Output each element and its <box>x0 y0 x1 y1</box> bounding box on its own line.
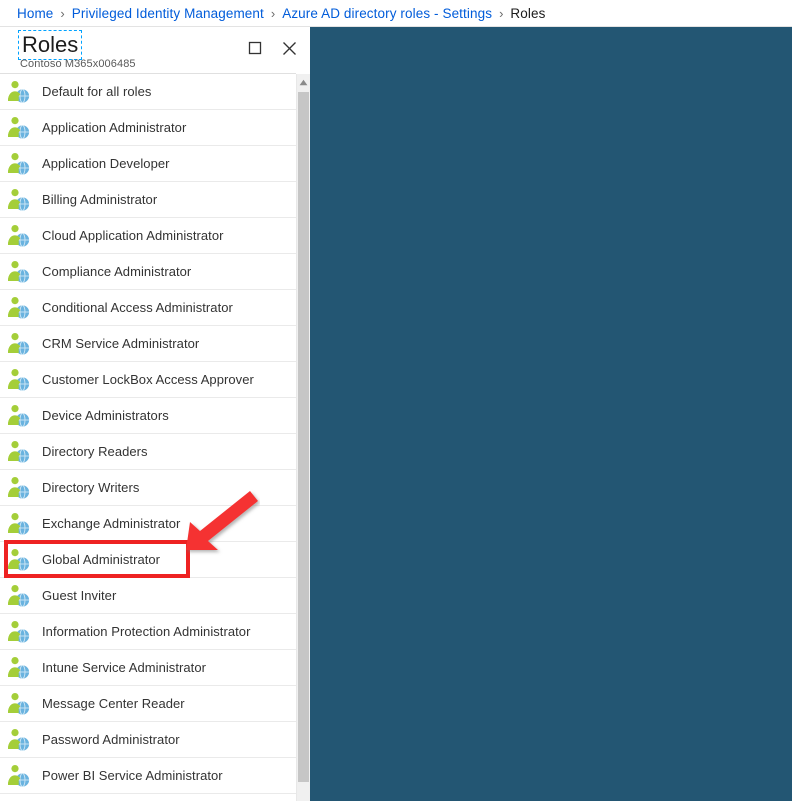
role-list-item[interactable]: Message Center Reader <box>0 686 296 722</box>
user-directory-role-icon <box>8 764 30 787</box>
square-icon <box>248 41 262 55</box>
user-directory-role-icon <box>8 368 30 391</box>
blade-header: Roles Contoso M365x006485 <box>0 27 310 74</box>
user-directory-role-icon <box>8 620 30 643</box>
role-label: CRM Service Administrator <box>42 336 200 351</box>
role-list-item[interactable]: Power Platform Administrator <box>0 794 296 801</box>
user-directory-role-icon <box>8 224 30 247</box>
breadcrumb-separator: › <box>270 5 276 21</box>
role-label: Cloud Application Administrator <box>42 228 224 243</box>
role-label: Information Protection Administrator <box>42 624 251 639</box>
role-list-item[interactable]: Default for all roles <box>0 74 296 110</box>
user-directory-role-icon <box>8 152 30 175</box>
chevron-up-icon <box>299 79 308 85</box>
breadcrumb-separator: › <box>60 5 65 21</box>
role-label: Message Center Reader <box>42 696 185 711</box>
role-list-item[interactable]: Directory Readers <box>0 434 296 470</box>
role-label: Billing Administrator <box>42 192 158 207</box>
role-label: Device Administrators <box>42 408 169 423</box>
user-directory-role-icon <box>8 296 30 319</box>
user-directory-role-icon <box>8 692 30 715</box>
role-list-item[interactable]: Power BI Service Administrator <box>0 758 296 794</box>
user-directory-role-icon <box>8 260 30 283</box>
role-label: Password Administrator <box>42 732 180 747</box>
close-button[interactable] <box>276 35 302 61</box>
scroll-up-button[interactable] <box>297 74 310 90</box>
breadcrumb-item-1[interactable]: Privileged Identity Management <box>72 6 264 21</box>
role-list-item[interactable]: Password Administrator <box>0 722 296 758</box>
breadcrumb: Home › Privileged Identity Management › Azur… <box>0 0 792 27</box>
role-label: Directory Readers <box>42 444 148 459</box>
roles-list-viewport: Default for all roles Application Adminis… <box>0 74 310 801</box>
role-list-item[interactable]: Intune Service Administrator <box>0 650 296 686</box>
roles-list: Default for all roles Application Adminis… <box>0 74 296 801</box>
user-directory-role-icon <box>8 80 30 103</box>
role-label: Application Developer <box>42 156 170 171</box>
role-list-item[interactable]: Cloud Application Administrator <box>0 218 296 254</box>
user-directory-role-icon <box>8 656 30 679</box>
user-directory-role-icon <box>8 584 30 607</box>
role-list-item[interactable]: Application Administrator <box>0 110 296 146</box>
role-label: Directory Writers <box>42 480 140 495</box>
breadcrumb-item-2[interactable]: Azure AD directory roles - Settings <box>282 6 492 21</box>
role-list-item[interactable]: Customer LockBox Access Approver <box>0 362 296 398</box>
user-directory-role-icon <box>8 440 30 463</box>
role-label: Customer LockBox Access Approver <box>42 372 254 387</box>
content-backdrop <box>310 27 792 801</box>
role-label: Compliance Administrator <box>42 264 192 279</box>
role-list-item[interactable]: Global Administrator <box>0 542 296 578</box>
role-list-item[interactable]: CRM Service Administrator <box>0 326 296 362</box>
page-title: Roles <box>18 30 83 60</box>
user-directory-role-icon <box>8 548 30 571</box>
role-list-item[interactable]: Compliance Administrator <box>0 254 296 290</box>
role-list-item[interactable]: Conditional Access Administrator <box>0 290 296 326</box>
role-label: Conditional Access Administrator <box>42 300 233 315</box>
role-list-item[interactable]: Guest Inviter <box>0 578 296 614</box>
role-label: Default for all roles <box>42 84 152 99</box>
user-directory-role-icon <box>8 188 30 211</box>
user-directory-role-icon <box>8 476 30 499</box>
role-label: Guest Inviter <box>42 588 117 603</box>
user-directory-role-icon <box>8 404 30 427</box>
role-list-item[interactable]: Billing Administrator <box>0 182 296 218</box>
role-list-item[interactable]: Exchange Administrator <box>0 506 296 542</box>
role-list-item[interactable]: Directory Writers <box>0 470 296 506</box>
maximize-button[interactable] <box>242 35 268 61</box>
user-directory-role-icon <box>8 332 30 355</box>
breadcrumb-item-0[interactable]: Home <box>17 6 53 21</box>
user-directory-role-icon <box>8 728 30 751</box>
close-icon <box>282 41 296 55</box>
role-label: Application Administrator <box>42 120 187 135</box>
blade-subtitle: Contoso M365x006485 <box>20 58 136 70</box>
roles-list-scrollbar[interactable] <box>296 74 310 801</box>
roles-blade: Roles Contoso M365x006485 Default for al… <box>0 27 310 801</box>
role-label: Global Administrator <box>42 552 161 567</box>
scrollbar-thumb[interactable] <box>298 92 309 782</box>
role-list-item[interactable]: Device Administrators <box>0 398 296 434</box>
role-label: Power BI Service Administrator <box>42 768 223 783</box>
breadcrumb-item-3: Roles <box>510 5 546 21</box>
role-label: Intune Service Administrator <box>42 660 206 675</box>
role-label: Exchange Administrator <box>42 516 181 531</box>
role-list-item[interactable]: Information Protection Administrator <box>0 614 296 650</box>
user-directory-role-icon <box>8 512 30 535</box>
user-directory-role-icon <box>8 116 30 139</box>
breadcrumb-separator: › <box>499 5 504 21</box>
role-list-item[interactable]: Application Developer <box>0 146 296 182</box>
